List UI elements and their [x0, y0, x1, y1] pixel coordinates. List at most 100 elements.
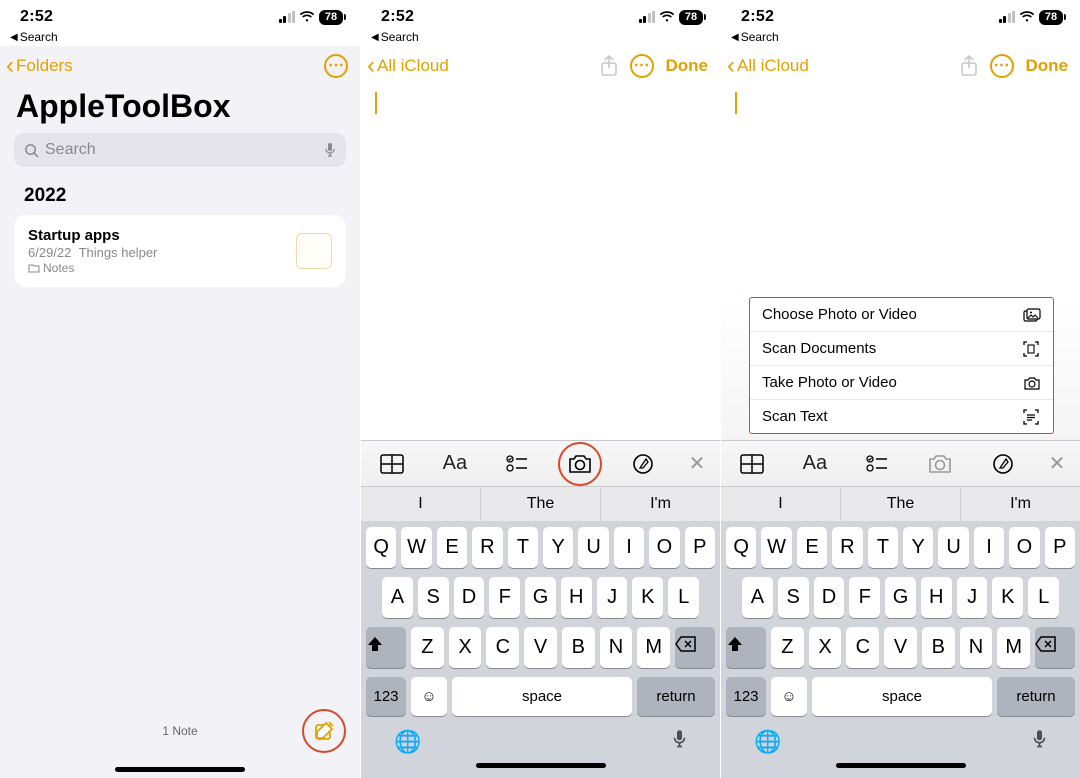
- key-s[interactable]: S: [778, 577, 809, 618]
- done-button[interactable]: Done: [1026, 56, 1069, 76]
- key-l[interactable]: L: [1028, 577, 1059, 618]
- key-z[interactable]: Z: [411, 627, 444, 668]
- textformat-icon[interactable]: Aa: [784, 452, 847, 475]
- key-h[interactable]: H: [921, 577, 952, 618]
- suggestion[interactable]: The: [480, 487, 600, 521]
- key-p[interactable]: P: [685, 527, 715, 568]
- key-m[interactable]: M: [637, 627, 670, 668]
- shift-key[interactable]: [726, 627, 766, 668]
- back-all-icloud-button[interactable]: ‹ All iCloud: [727, 56, 809, 76]
- checklist-icon[interactable]: [846, 455, 909, 473]
- key-v[interactable]: V: [524, 627, 557, 668]
- key-j[interactable]: J: [957, 577, 988, 618]
- handwrite-icon[interactable]: [611, 453, 674, 475]
- breadcrumb-back[interactable]: ◀ Search: [721, 28, 1080, 46]
- space-key[interactable]: space: [452, 677, 632, 716]
- suggestion[interactable]: I: [721, 487, 840, 521]
- more-options-icon[interactable]: [990, 54, 1014, 78]
- key-i[interactable]: I: [974, 527, 1004, 568]
- return-key[interactable]: return: [637, 677, 715, 716]
- key-o[interactable]: O: [649, 527, 679, 568]
- note-list-item[interactable]: Startup apps 6/29/22 Things helper Notes: [14, 215, 346, 287]
- table-icon[interactable]: [721, 454, 784, 474]
- close-icon[interactable]: ✕: [1034, 451, 1080, 476]
- key-r[interactable]: R: [472, 527, 502, 568]
- compose-icon[interactable]: [312, 719, 336, 743]
- handwrite-icon[interactable]: [971, 453, 1034, 475]
- key-m[interactable]: M: [997, 627, 1030, 668]
- key-u[interactable]: U: [578, 527, 608, 568]
- done-button[interactable]: Done: [666, 56, 709, 76]
- numbers-key[interactable]: 123: [366, 677, 406, 716]
- more-options-icon[interactable]: [630, 54, 654, 78]
- key-o[interactable]: O: [1009, 527, 1039, 568]
- key-y[interactable]: Y: [543, 527, 573, 568]
- key-n[interactable]: N: [600, 627, 633, 668]
- menu-take-photo[interactable]: Take Photo or Video: [750, 365, 1053, 399]
- breadcrumb-back[interactable]: ◀ Search: [361, 28, 720, 46]
- key-w[interactable]: W: [401, 527, 431, 568]
- key-r[interactable]: R: [832, 527, 862, 568]
- key-n[interactable]: N: [960, 627, 993, 668]
- return-key[interactable]: return: [997, 677, 1075, 716]
- table-icon[interactable]: [361, 454, 424, 474]
- share-icon[interactable]: [960, 55, 978, 77]
- key-i[interactable]: I: [614, 527, 644, 568]
- breadcrumb-back[interactable]: ◀ Search: [0, 28, 360, 46]
- suggestion[interactable]: I: [361, 487, 480, 521]
- back-all-icloud-button[interactable]: ‹ All iCloud: [367, 56, 449, 76]
- key-x[interactable]: X: [809, 627, 842, 668]
- key-b[interactable]: B: [562, 627, 595, 668]
- key-t[interactable]: T: [868, 527, 898, 568]
- key-a[interactable]: A: [742, 577, 773, 618]
- key-x[interactable]: X: [449, 627, 482, 668]
- suggestion[interactable]: I'm: [600, 487, 720, 521]
- more-options-icon[interactable]: [324, 54, 348, 78]
- key-a[interactable]: A: [382, 577, 413, 618]
- key-j[interactable]: J: [597, 577, 628, 618]
- space-key[interactable]: space: [812, 677, 992, 716]
- backspace-key[interactable]: [675, 627, 715, 668]
- key-s[interactable]: S: [418, 577, 449, 618]
- menu-scan-documents[interactable]: Scan Documents: [750, 331, 1053, 365]
- key-e[interactable]: E: [437, 527, 467, 568]
- camera-icon[interactable]: [909, 454, 972, 474]
- key-e[interactable]: E: [797, 527, 827, 568]
- dictation-icon[interactable]: [1032, 729, 1047, 755]
- key-u[interactable]: U: [938, 527, 968, 568]
- numbers-key[interactable]: 123: [726, 677, 766, 716]
- note-editor[interactable]: [361, 84, 720, 440]
- dictation-icon[interactable]: [672, 729, 687, 755]
- suggestion[interactable]: I'm: [960, 487, 1080, 521]
- checklist-icon[interactable]: [486, 455, 549, 473]
- emoji-key[interactable]: ☺: [411, 677, 447, 716]
- key-d[interactable]: D: [814, 577, 845, 618]
- key-c[interactable]: C: [486, 627, 519, 668]
- key-k[interactable]: K: [992, 577, 1023, 618]
- menu-scan-text[interactable]: Scan Text: [750, 399, 1053, 433]
- key-d[interactable]: D: [454, 577, 485, 618]
- key-b[interactable]: B: [922, 627, 955, 668]
- key-y[interactable]: Y: [903, 527, 933, 568]
- shift-key[interactable]: [366, 627, 406, 668]
- key-q[interactable]: Q: [366, 527, 396, 568]
- home-indicator[interactable]: [476, 763, 606, 768]
- key-g[interactable]: G: [525, 577, 556, 618]
- back-folders-button[interactable]: ‹ Folders: [6, 56, 73, 76]
- share-icon[interactable]: [600, 55, 618, 77]
- home-indicator[interactable]: [836, 763, 966, 768]
- key-v[interactable]: V: [884, 627, 917, 668]
- key-q[interactable]: Q: [726, 527, 756, 568]
- camera-icon[interactable]: [567, 454, 593, 474]
- key-k[interactable]: K: [632, 577, 663, 618]
- key-l[interactable]: L: [668, 577, 699, 618]
- key-f[interactable]: F: [489, 577, 520, 618]
- home-indicator[interactable]: [115, 767, 245, 772]
- note-editor[interactable]: Choose Photo or Video Scan Documents Tak…: [721, 84, 1080, 440]
- key-f[interactable]: F: [849, 577, 880, 618]
- close-icon[interactable]: ✕: [674, 451, 720, 476]
- backspace-key[interactable]: [1035, 627, 1075, 668]
- emoji-key[interactable]: ☺: [771, 677, 807, 716]
- search-input[interactable]: Search: [14, 133, 346, 167]
- key-w[interactable]: W: [761, 527, 791, 568]
